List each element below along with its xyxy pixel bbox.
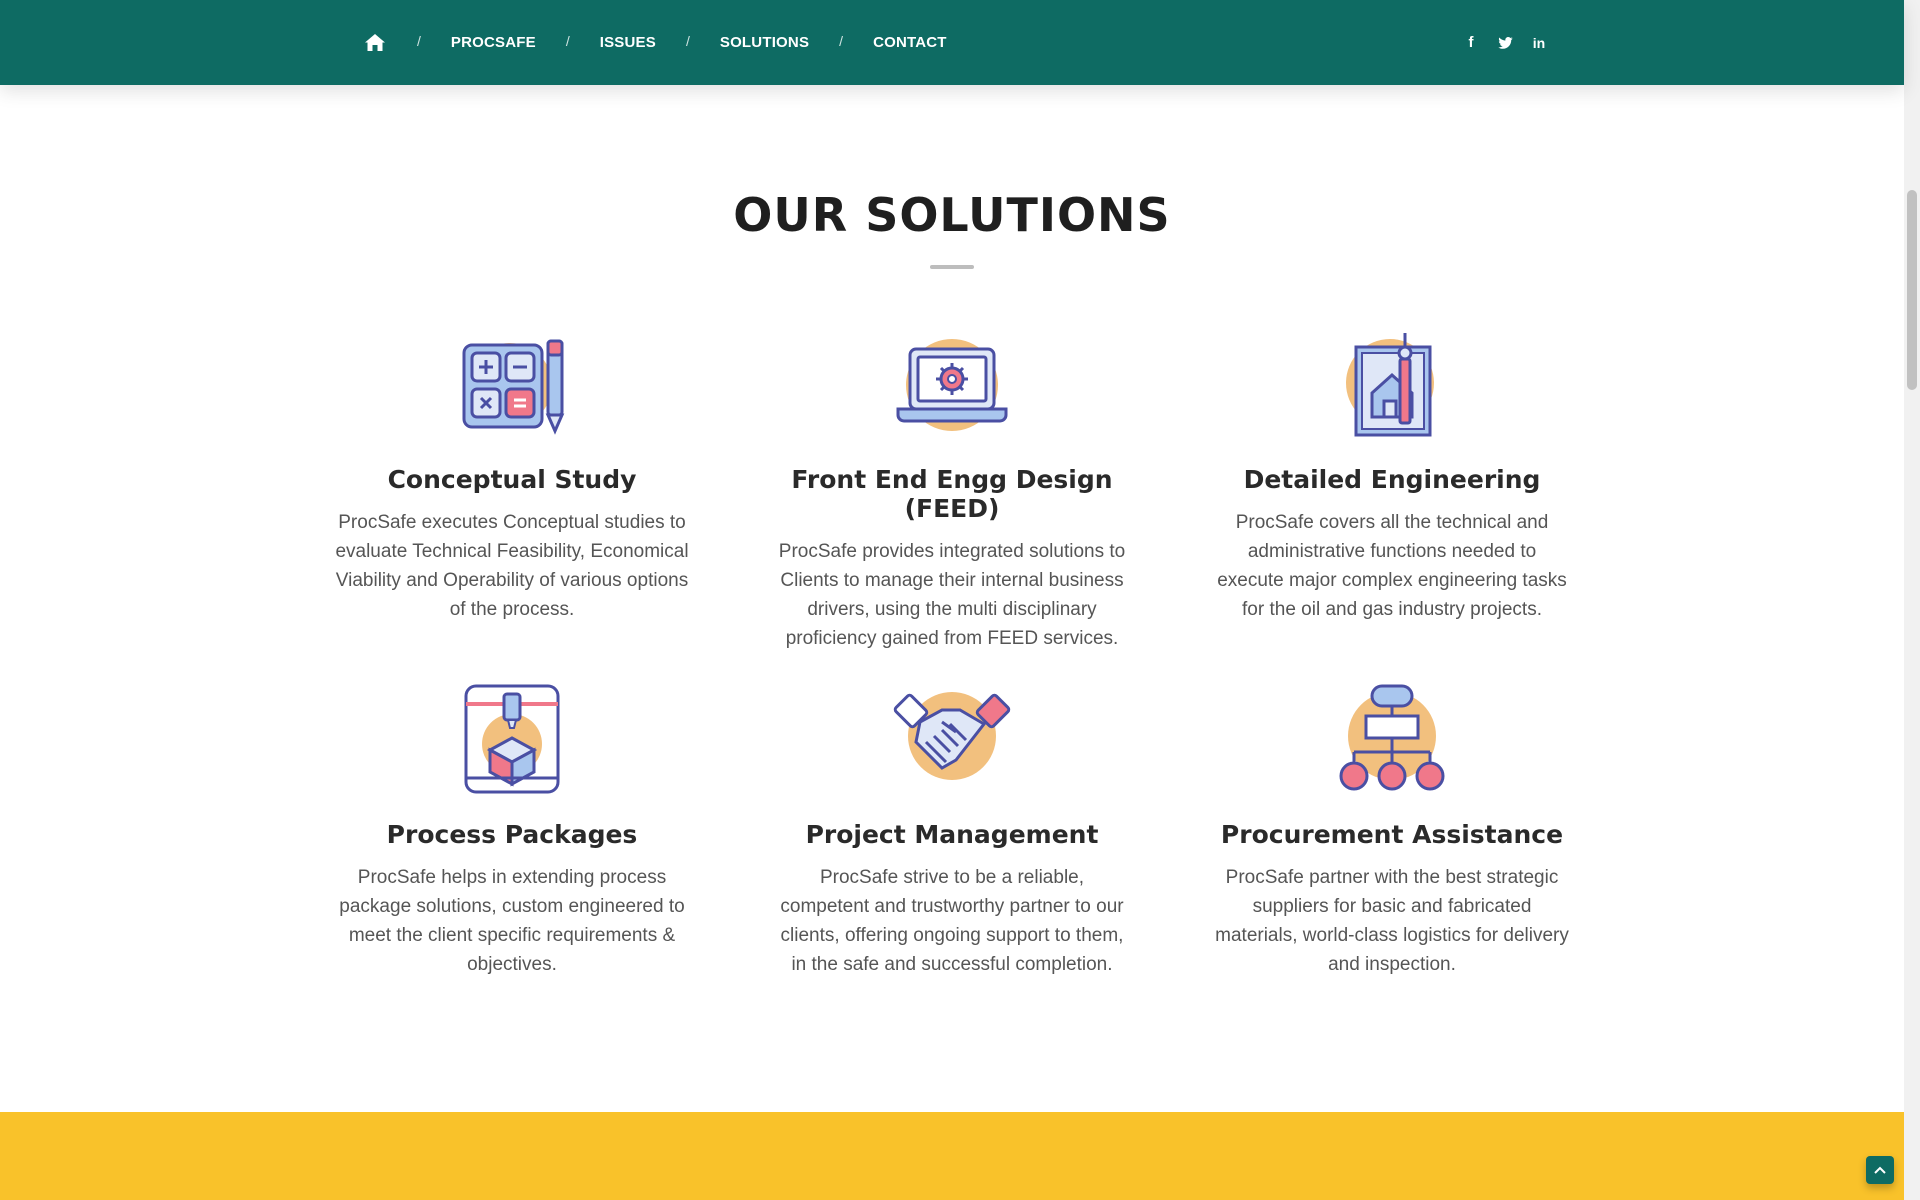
calculator-pencil-icon bbox=[462, 339, 565, 435]
chevron-up-icon bbox=[1874, 1166, 1886, 1174]
home-icon[interactable] bbox=[363, 32, 387, 54]
card-title: Process Packages bbox=[386, 820, 638, 849]
card-description: ProcSafe executes Conceptual studies to … bbox=[335, 512, 689, 620]
scrollbar-thumb[interactable] bbox=[1907, 190, 1917, 390]
solution-card-detailed-engineering: Detailed Engineering ProcSafe covers all… bbox=[1202, 323, 1582, 624]
solution-card-project-management: Project Management ProcSafe strive to be… bbox=[762, 678, 1142, 979]
nav-link-solutions[interactable]: SOLUTIONS bbox=[720, 34, 809, 51]
card-title: Conceptual Study bbox=[387, 465, 637, 494]
facebook-icon[interactable]: f bbox=[1463, 34, 1479, 51]
card-description: ProcSafe provides integrated solutions t… bbox=[778, 541, 1126, 649]
nav-separator: / bbox=[417, 32, 421, 49]
page-scrollbar[interactable] bbox=[1904, 0, 1920, 1200]
linkedin-icon[interactable]: in bbox=[1531, 35, 1547, 51]
org-chart-icon bbox=[1339, 684, 1445, 791]
card-description: ProcSafe partner with the best strategic… bbox=[1215, 867, 1569, 975]
nav-separator: / bbox=[685, 32, 690, 49]
card-description: ProcSafe covers all the technical and ad… bbox=[1217, 512, 1567, 620]
laptop-gear-icon bbox=[896, 339, 1008, 431]
handshake-icon bbox=[893, 692, 1011, 780]
card-title: Detailed Engineering bbox=[1243, 465, 1541, 494]
twitter-icon[interactable] bbox=[1497, 35, 1513, 51]
social-links: f in bbox=[1463, 0, 1547, 85]
card-title: Procurement Assistance bbox=[1220, 820, 1564, 849]
package-box-icon bbox=[464, 684, 560, 794]
solution-card-feed: Front End Engg Design (FEED) ProcSafe pr… bbox=[762, 323, 1142, 653]
title-underline bbox=[930, 265, 974, 269]
card-description: ProcSafe strive to be a reliable, compet… bbox=[780, 867, 1124, 975]
solution-card-process-packages: Process Packages ProcSafe helps in exten… bbox=[322, 678, 702, 979]
yellow-section-band bbox=[0, 1112, 1904, 1200]
solution-card-procurement-assistance: Procurement Assistance ProcSafe partner … bbox=[1202, 678, 1582, 979]
nav-separator: / bbox=[839, 32, 844, 49]
nav-menu: / PROCSAFE / ISSUES / SOLUTIONS / CONTAC… bbox=[363, 0, 947, 85]
blueprint-compass-icon bbox=[1346, 333, 1434, 437]
card-title: Front End Engg Design (FEED) bbox=[791, 465, 1113, 523]
nav-link-issues[interactable]: ISSUES bbox=[600, 34, 656, 51]
card-title: Project Management bbox=[805, 820, 1099, 849]
nav-link-contact[interactable]: CONTACT bbox=[873, 34, 947, 51]
scroll-to-top-button[interactable] bbox=[1866, 1156, 1894, 1184]
section-title: OUR SOLUTIONS bbox=[733, 188, 1171, 242]
nav-separator: / bbox=[565, 32, 570, 49]
solution-card-conceptual-study: Conceptual Study ProcSafe executes Conce… bbox=[322, 323, 702, 624]
nav-link-procsafe[interactable]: PROCSAFE bbox=[451, 34, 536, 51]
top-navbar: / PROCSAFE / ISSUES / SOLUTIONS / CONTAC… bbox=[0, 0, 1904, 85]
card-description: ProcSafe helps in extending process pack… bbox=[339, 867, 685, 975]
